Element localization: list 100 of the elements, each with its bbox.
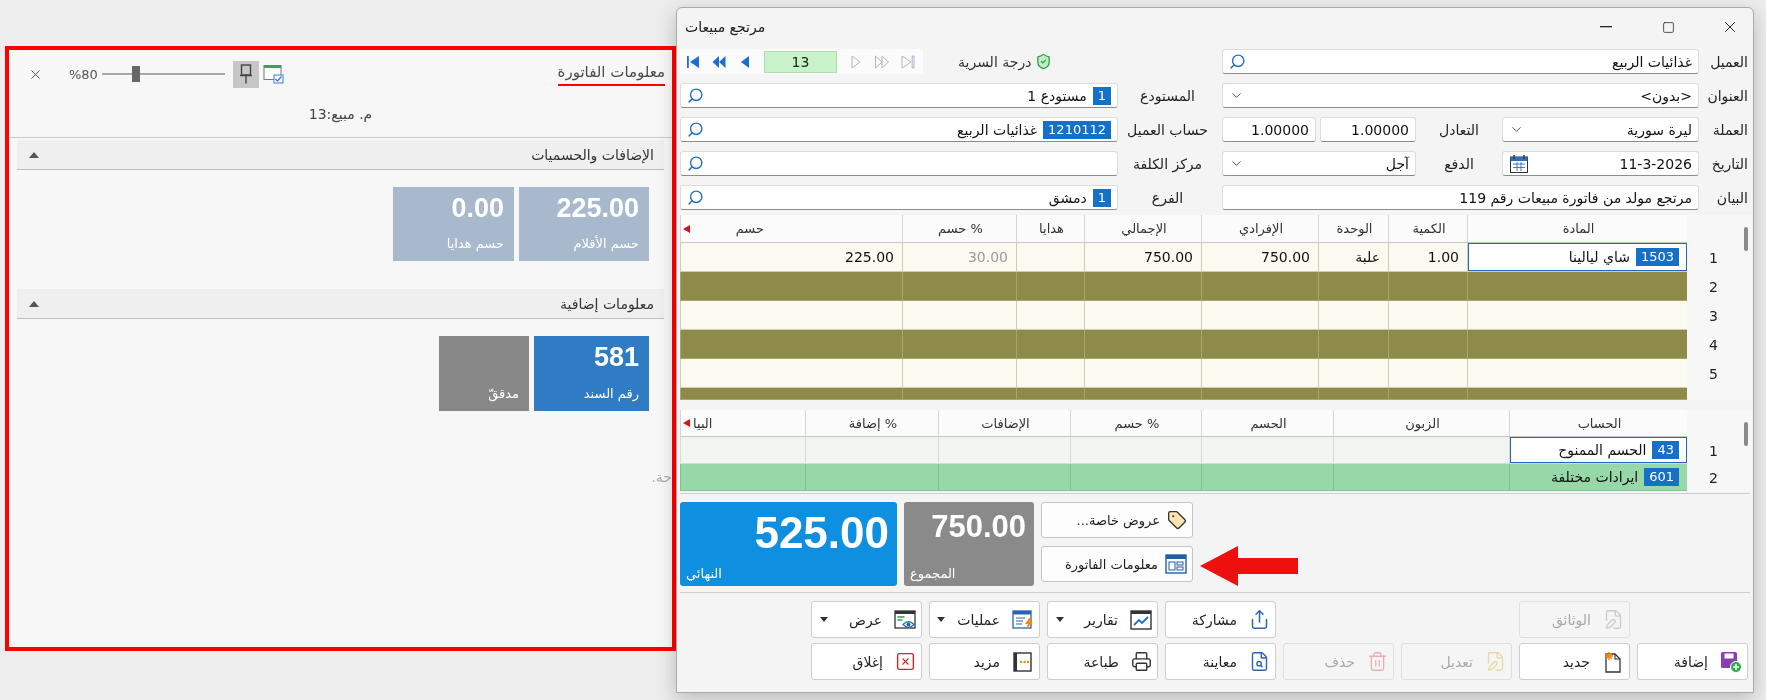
- security-label: درجة السرية: [958, 53, 1032, 70]
- scrollbar-thumb[interactable]: [1744, 227, 1748, 251]
- payment-dropdown[interactable]: آجل: [1222, 151, 1416, 176]
- toolbar-button[interactable]: إغلاق: [811, 643, 922, 680]
- toolbar-button[interactable]: عمليات: [929, 601, 1040, 638]
- toolbar-button[interactable]: عرض: [811, 601, 922, 638]
- sort-marker-icon: [683, 419, 690, 427]
- maximize-icon: [1661, 20, 1675, 34]
- search-icon[interactable]: [1229, 53, 1246, 70]
- customer-field[interactable]: غذائيات الربيع: [1222, 49, 1699, 74]
- field-label: حساب العميل: [1127, 121, 1208, 138]
- column-header[interactable]: الإجمالي: [1084, 215, 1201, 243]
- table-row[interactable]: 5: [680, 359, 1740, 388]
- window-check-icon[interactable]: [262, 64, 284, 84]
- rate-field[interactable]: 1.00000: [1222, 117, 1316, 142]
- tile-label: رقم السند: [583, 386, 639, 401]
- skip-forward-icon: [901, 54, 915, 69]
- row-number: 4: [1687, 330, 1740, 359]
- column-header[interactable]: هدايا: [1016, 215, 1084, 243]
- caret-icon[interactable]: [820, 617, 828, 622]
- field-label: العنوان: [1707, 87, 1748, 104]
- section-header[interactable]: الإضافات والحسميات: [17, 140, 664, 170]
- double-left-icon: [712, 54, 726, 69]
- column-header[interactable]: حسم: [680, 215, 902, 243]
- table-row[interactable]: 4: [680, 330, 1740, 359]
- row-number: 2: [1687, 464, 1740, 491]
- side-button[interactable]: معلومات الفاتورة: [1041, 546, 1193, 582]
- collapse-icon[interactable]: [29, 300, 39, 307]
- rate-field[interactable]: 1.00000: [1320, 117, 1416, 142]
- field-label: البيان: [1716, 189, 1748, 206]
- caret-icon[interactable]: [1056, 617, 1064, 622]
- column-header[interactable]: الوحدة: [1318, 215, 1388, 243]
- account-name: ايرادات مختلفة: [1551, 469, 1639, 485]
- double-right-icon: [875, 54, 889, 69]
- sort-marker-icon: [683, 224, 690, 233]
- row-number: 3: [1687, 301, 1740, 330]
- pin-icon: [238, 64, 253, 84]
- eye-window-icon: [894, 609, 916, 630]
- zoom-reading: %80: [69, 66, 98, 82]
- scrollbar-thumb[interactable]: [1744, 422, 1748, 446]
- caret-icon[interactable]: [937, 617, 946, 622]
- pin-button[interactable]: [232, 60, 259, 88]
- new-document-icon: [1602, 650, 1624, 673]
- column-header[interactable]: الزبون: [1333, 410, 1509, 437]
- record-number-field[interactable]: 13: [764, 50, 837, 73]
- toolbar-button[interactable]: تقارير: [1047, 601, 1158, 638]
- column-header[interactable]: حسم %: [1070, 410, 1201, 437]
- trash-icon: [1367, 651, 1388, 672]
- field-label: مركز الكلفة: [1132, 155, 1203, 172]
- document-pencil-icon: [1603, 609, 1624, 630]
- document-pencil-icon: [1485, 651, 1506, 672]
- column-header[interactable]: الحسم: [1201, 410, 1333, 437]
- field-label: التاريخ: [1711, 155, 1748, 172]
- search-icon[interactable]: [687, 155, 704, 172]
- column-header[interactable]: الحساب: [1509, 410, 1687, 437]
- cost-center-field[interactable]: [680, 151, 1118, 176]
- share-icon: [1249, 609, 1270, 630]
- tile-label: حسم الأقلام: [573, 236, 639, 251]
- date-field[interactable]: 11-3-2026: [1502, 151, 1699, 176]
- search-icon[interactable]: [687, 189, 704, 206]
- currency-dropdown[interactable]: ليرة سورية: [1502, 117, 1699, 142]
- toolbar-button[interactable]: إضافة: [1637, 643, 1748, 680]
- column-header[interactable]: إضافة %: [805, 410, 938, 437]
- code-badge: 1: [1092, 86, 1111, 105]
- row-number: 2: [1687, 272, 1740, 301]
- statement-field[interactable]: مرتجع مولد من فاتورة مبيعات رقم 119: [1222, 185, 1699, 210]
- row-number: 5: [1687, 359, 1740, 388]
- total-label: المجموع: [910, 566, 956, 581]
- account-name: الحسم الممنوح: [1558, 442, 1647, 458]
- search-icon[interactable]: [687, 121, 704, 138]
- column-header[interactable]: الإفرادي: [1201, 215, 1318, 243]
- toolbar-button[interactable]: معاينة: [1165, 643, 1276, 680]
- table-row[interactable]: 3: [680, 301, 1740, 330]
- collapse-icon[interactable]: [29, 151, 39, 158]
- table-row[interactable]: 2: [680, 272, 1740, 301]
- zoom-slider[interactable]: [101, 66, 225, 82]
- toolbar-button[interactable]: مزيد: [929, 643, 1040, 680]
- address-dropdown[interactable]: <بدون>: [1222, 83, 1699, 108]
- toolbar-button[interactable]: مشاركة: [1165, 601, 1276, 638]
- calendar-icon[interactable]: [1509, 153, 1529, 174]
- section-header[interactable]: معلومات إضافية: [17, 289, 664, 319]
- column-header[interactable]: البيا: [680, 410, 805, 437]
- side-button[interactable]: عروض خاصة...: [1041, 502, 1193, 538]
- column-header[interactable]: الإضافات: [938, 410, 1070, 437]
- code-badge: 43: [1652, 441, 1679, 459]
- column-header[interactable]: الكمية: [1388, 215, 1467, 243]
- slider-thumb[interactable]: [131, 66, 140, 82]
- column-header[interactable]: حسم %: [902, 215, 1016, 243]
- invoice-subtitle: م. مبيع:13: [308, 105, 373, 124]
- tile-label: مدققّ: [488, 386, 519, 401]
- column-header[interactable]: المادة: [1467, 215, 1687, 243]
- code-badge: 1503: [1635, 248, 1679, 266]
- search-icon[interactable]: [687, 87, 704, 104]
- tile-label: حسم هدايا: [446, 236, 504, 251]
- chart-window-icon: [1130, 609, 1152, 630]
- field-label: العملة: [1712, 121, 1748, 138]
- row-number: 1: [1687, 437, 1740, 464]
- close-box-icon: [895, 651, 916, 672]
- toolbar-button[interactable]: جديد: [1519, 643, 1630, 680]
- toolbar-button[interactable]: طباعة: [1047, 643, 1158, 680]
